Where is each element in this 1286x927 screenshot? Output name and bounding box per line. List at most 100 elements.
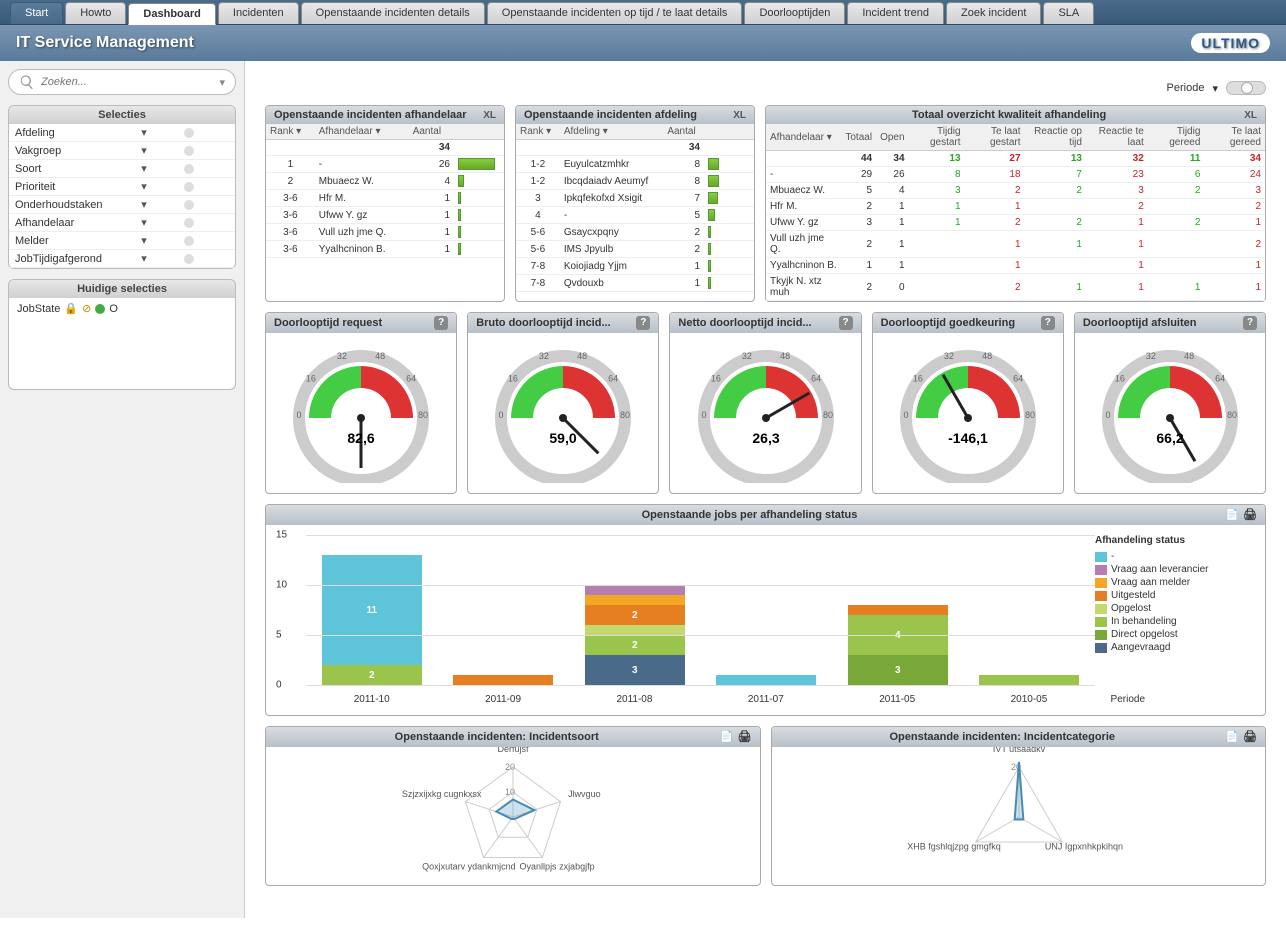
help-icon[interactable]: ? <box>1041 316 1055 330</box>
chevron-down-icon[interactable]: ▾ <box>139 234 149 247</box>
chevron-down-icon[interactable]: ▾ <box>139 198 149 211</box>
filter-dot[interactable] <box>184 128 194 138</box>
help-icon[interactable]: ? <box>1243 316 1257 330</box>
col-header[interactable]: Tijdig gereed <box>1148 124 1205 151</box>
tab-incident-trend[interactable]: Incident trend <box>847 2 944 24</box>
filter-dot[interactable] <box>184 146 194 156</box>
export-icon[interactable]: 📄 <box>719 730 733 744</box>
col-header[interactable]: Rank ▾ <box>266 124 315 140</box>
expand-button[interactable]: XL <box>1244 110 1257 121</box>
chevron-down-icon[interactable]: ▾ <box>139 162 149 175</box>
expand-button[interactable]: XL <box>733 110 746 121</box>
help-icon[interactable]: ? <box>434 316 448 330</box>
tab-start[interactable]: Start <box>10 2 63 24</box>
filter-dot[interactable] <box>184 200 194 210</box>
selectie-jobtijdigafgerond[interactable]: JobTijdigafgerond▾ <box>9 250 235 268</box>
chevron-down-icon[interactable]: ▾ <box>1212 82 1218 95</box>
col-header[interactable]: Afhandelaar ▾ <box>315 124 409 140</box>
legend-item[interactable]: Aangevraagd <box>1095 641 1255 654</box>
selectie-melder[interactable]: Melder▾ <box>9 232 235 250</box>
print-icon[interactable]: 🖨 <box>1243 730 1257 744</box>
svg-text:64: 64 <box>406 374 416 384</box>
table-row[interactable]: Tkyjk N. xtz muh2021111 <box>766 274 1265 301</box>
selectie-onderhoudstaken[interactable]: Onderhoudstaken▾ <box>9 196 235 214</box>
selectie-vakgroep[interactable]: Vakgroep▾ <box>9 142 235 160</box>
chevron-down-icon[interactable]: ▾ <box>139 216 149 229</box>
chevron-down-icon[interactable]: ▾ <box>139 126 149 139</box>
toggle-switch[interactable] <box>1226 81 1266 95</box>
col-header[interactable]: Aantal <box>409 124 454 140</box>
col-header[interactable]: Aantal <box>663 124 704 140</box>
chevron-down-icon[interactable]: ▾ <box>219 76 225 89</box>
search-box[interactable]: ▾ <box>8 69 236 95</box>
help-icon[interactable]: ? <box>839 316 853 330</box>
col-header[interactable]: Afdeling ▾ <box>560 124 664 140</box>
search-input[interactable] <box>41 76 213 88</box>
lock-icon[interactable]: 🔒 <box>64 302 78 315</box>
legend-item[interactable]: Uitgesteld <box>1095 589 1255 602</box>
tab-howto[interactable]: Howto <box>65 2 126 24</box>
clear-icon[interactable]: ⊘ <box>82 302 91 315</box>
table-row[interactable]: Yyalhcninon B.11111 <box>766 258 1265 274</box>
tab-sla[interactable]: SLA <box>1043 2 1094 24</box>
print-icon[interactable]: 🖨 <box>1243 508 1257 522</box>
table-row[interactable]: 7-8Koiojiadg Yjjm1 <box>516 258 754 275</box>
filter-dot[interactable] <box>184 164 194 174</box>
table-row[interactable]: 3-6Yyalhcninon B.1 <box>266 241 504 258</box>
table-row[interactable]: Hfr M.211122 <box>766 199 1265 215</box>
chevron-down-icon[interactable]: ▾ <box>139 180 149 193</box>
export-icon[interactable]: 📄 <box>1225 508 1239 522</box>
legend-item[interactable]: - <box>1095 550 1255 563</box>
table-row[interactable]: 1-2Ibcqdaiadv Aeumyf8 <box>516 173 754 190</box>
tab-doorlooptijden[interactable]: Doorlooptijden <box>744 2 845 24</box>
col-header[interactable]: Te laat gereed <box>1204 124 1265 151</box>
help-icon[interactable]: ? <box>636 316 650 330</box>
expand-button[interactable]: XL <box>483 110 496 121</box>
table-row[interactable]: 2Mbuaecz W.4 <box>266 173 504 190</box>
selectie-prioriteit[interactable]: Prioriteit▾ <box>9 178 235 196</box>
table-row[interactable]: 5-6Gsaycxpqny2 <box>516 224 754 241</box>
tab-zoek-incident[interactable]: Zoek incident <box>946 2 1041 24</box>
selectie-afhandelaar[interactable]: Afhandelaar▾ <box>9 214 235 232</box>
chevron-down-icon[interactable]: ▾ <box>139 144 149 157</box>
tab-openstaande-incidenten-details[interactable]: Openstaande incidenten details <box>301 2 485 24</box>
table-row[interactable]: 3-6Vull uzh jme Q.1 <box>266 224 504 241</box>
col-header[interactable]: Open <box>876 124 908 151</box>
filter-dot[interactable] <box>184 254 194 264</box>
table-row[interactable]: Vull uzh jme Q.211112 <box>766 231 1265 258</box>
col-header[interactable]: Te laat gestart <box>965 124 1025 151</box>
legend-item[interactable]: Direct opgelost <box>1095 628 1255 641</box>
table-row[interactable]: 4-5 <box>516 207 754 224</box>
col-header[interactable]: Reactie te laat <box>1086 124 1148 151</box>
col-header[interactable]: Totaal <box>841 124 876 151</box>
legend-item[interactable]: Opgelost <box>1095 602 1255 615</box>
table-row[interactable]: 5-6IMS Jpyulb2 <box>516 241 754 258</box>
col-header[interactable]: Reactie op tijd <box>1025 124 1086 151</box>
tab-dashboard[interactable]: Dashboard <box>128 3 215 25</box>
filter-dot[interactable] <box>184 236 194 246</box>
table-row[interactable]: 1-2Euyulcatzmhkr8 <box>516 156 754 173</box>
filter-dot[interactable] <box>184 218 194 228</box>
col-header[interactable]: Rank ▾ <box>516 124 560 140</box>
legend-item[interactable]: In behandeling <box>1095 615 1255 628</box>
tab-incidenten[interactable]: Incidenten <box>218 2 299 24</box>
filter-dot[interactable] <box>184 182 194 192</box>
col-header[interactable]: Tijdig gestart <box>909 124 965 151</box>
print-icon[interactable]: 🖨 <box>737 730 751 744</box>
selectie-soort[interactable]: Soort▾ <box>9 160 235 178</box>
table-row[interactable]: 3Ipkqfekofxd Xsigit7 <box>516 190 754 207</box>
tab-openstaande-incidenten-op-tijd-/-te-laat-details[interactable]: Openstaande incidenten op tijd / te laat… <box>487 2 743 24</box>
table-row[interactable]: 1-26 <box>266 156 504 173</box>
table-row[interactable]: Ufww Y. gz31122121 <box>766 215 1265 231</box>
legend-item[interactable]: Vraag aan melder <box>1095 576 1255 589</box>
selectie-afdeling[interactable]: Afdeling▾ <box>9 124 235 142</box>
table-row[interactable]: Mbuaecz W.54322323 <box>766 183 1265 199</box>
export-icon[interactable]: 📄 <box>1225 730 1239 744</box>
col-header[interactable]: Afhandelaar ▾ <box>766 124 841 151</box>
legend-item[interactable]: Vraag aan leverancier <box>1095 563 1255 576</box>
table-row[interactable]: -2926818723624 <box>766 167 1265 183</box>
table-row[interactable]: 3-6Hfr M.1 <box>266 190 504 207</box>
table-row[interactable]: 7-8Qvdouxb1 <box>516 275 754 292</box>
chevron-down-icon[interactable]: ▾ <box>139 252 149 265</box>
table-row[interactable]: 3-6Ufww Y. gz1 <box>266 207 504 224</box>
